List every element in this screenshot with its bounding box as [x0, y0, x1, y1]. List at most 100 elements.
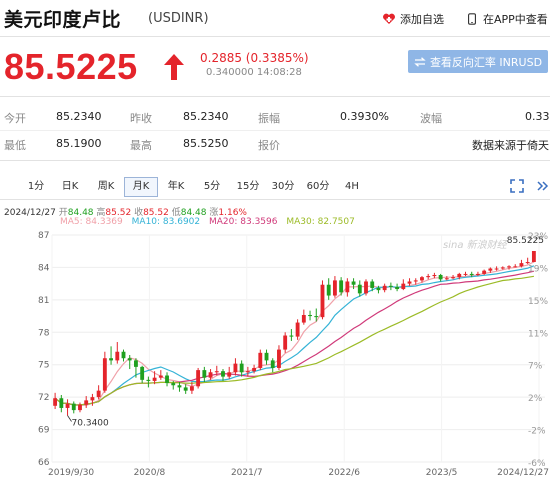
stat-label-open: 今开	[4, 112, 26, 125]
candle	[289, 335, 294, 337]
candle	[488, 268, 493, 271]
candle	[196, 370, 201, 387]
candle	[109, 358, 113, 361]
candle	[507, 266, 511, 268]
fullscreen-icon[interactable]	[510, 179, 524, 193]
divider	[0, 160, 550, 161]
candle	[96, 390, 101, 398]
candle	[401, 283, 406, 290]
tab-4h[interactable]: 4H	[336, 177, 368, 197]
stat-value-prevclose: 85.2340	[183, 110, 229, 123]
ma-line-ma30	[54, 275, 534, 406]
add-watchlist-button[interactable]: 添加自选	[382, 11, 444, 27]
candle	[476, 273, 480, 275]
tab-15min[interactable]: 15分	[230, 177, 266, 197]
divider	[0, 199, 550, 200]
heart-plus-icon	[383, 13, 395, 24]
divider	[0, 96, 550, 97]
y-tick-label: 69	[38, 426, 50, 436]
divider	[0, 130, 550, 131]
tab-month[interactable]: 月K	[124, 177, 158, 197]
candle	[270, 360, 275, 368]
add-watchlist-label: 添加自选	[400, 13, 444, 26]
candle	[239, 363, 244, 373]
open-app-button[interactable]: 在APP中查看	[465, 11, 548, 27]
tab-60min[interactable]: 60分	[300, 177, 336, 197]
candle	[482, 270, 487, 274]
candlestick-chart[interactable]: sina 新浪财经 878481787572696623%19%15%11%7%…	[0, 226, 550, 481]
candle	[413, 280, 418, 282]
y-tick-label: 81	[38, 296, 49, 306]
candle	[252, 367, 257, 372]
candle	[53, 398, 58, 406]
ma-line-ma5	[54, 261, 535, 407]
candle	[364, 281, 368, 294]
y-pct-label: -2%	[528, 427, 546, 437]
candle	[351, 281, 356, 285]
candle	[494, 268, 499, 270]
candle	[258, 352, 263, 368]
stat-value-low: 85.1900	[56, 137, 102, 150]
quote-meta: 0.340000 14:08:28	[206, 67, 302, 78]
watermark: sina 新浪财经	[443, 239, 508, 251]
tab-year[interactable]: 年K	[158, 177, 194, 197]
candle	[115, 351, 120, 361]
max-label: 85.5225	[507, 236, 544, 246]
candle	[102, 358, 107, 391]
candle	[90, 397, 95, 401]
candle	[208, 372, 213, 378]
candle	[165, 375, 169, 384]
y-tick-label: 87	[38, 231, 49, 241]
stat-label-volatility: 波幅	[420, 112, 442, 125]
candle	[227, 372, 232, 377]
x-tick-label: 2019/9/30	[48, 468, 94, 478]
tab-30min[interactable]: 30分	[266, 177, 300, 197]
stat-label-quote: 报价	[258, 139, 280, 152]
candle	[121, 351, 126, 359]
candle	[332, 280, 337, 296]
expand-icon[interactable]	[535, 179, 549, 193]
x-tick-label: 2024/12/27	[497, 468, 549, 478]
tab-1min[interactable]: 1分	[20, 177, 52, 197]
candle	[531, 250, 536, 263]
candle	[158, 375, 163, 378]
ma-line-ma10	[54, 265, 535, 406]
swap-icon	[414, 56, 426, 67]
candle	[152, 377, 157, 381]
tab-week[interactable]: 周K	[88, 177, 124, 197]
x-tick-label: 2021/7	[231, 468, 263, 478]
candle	[127, 358, 132, 361]
candle	[283, 335, 288, 350]
x-tick-label: 2023/5	[426, 468, 458, 478]
candle	[214, 371, 219, 373]
candle	[525, 262, 530, 264]
data-source: 数据来源于倚天	[472, 139, 549, 152]
currency-code: (USDINR)	[148, 11, 209, 26]
candle	[339, 280, 344, 293]
candle	[134, 360, 138, 367]
x-tick-label: 2020/8	[134, 468, 166, 478]
y-tick-label: 72	[38, 393, 49, 403]
x-tick-label: 2022/6	[328, 468, 360, 478]
stat-label-high: 最高	[130, 139, 152, 152]
y-tick-label: 66	[38, 458, 50, 468]
candle	[513, 266, 518, 268]
price-change: 0.2885 (0.3385%)	[200, 51, 309, 65]
reverse-rate-button[interactable]: 查看反向汇率 INRUSD	[408, 50, 548, 73]
candle	[71, 403, 76, 411]
candle	[84, 400, 89, 405]
candle	[177, 385, 182, 388]
candle	[320, 284, 325, 318]
candle	[59, 398, 64, 408]
candle	[382, 285, 387, 291]
stat-value-high: 85.5250	[183, 137, 229, 150]
y-pct-label: 2%	[528, 394, 543, 404]
tab-day[interactable]: 日K	[52, 177, 88, 197]
candle	[308, 314, 312, 317]
stats-row: 最低 85.1900 最高 85.5250 报价 数据来源于倚天	[0, 133, 550, 157]
stat-label-low: 最低	[4, 139, 26, 152]
tab-5min[interactable]: 5分	[194, 177, 230, 197]
up-arrow-icon	[164, 54, 184, 80]
candle	[444, 278, 449, 280]
candle	[183, 387, 188, 391]
